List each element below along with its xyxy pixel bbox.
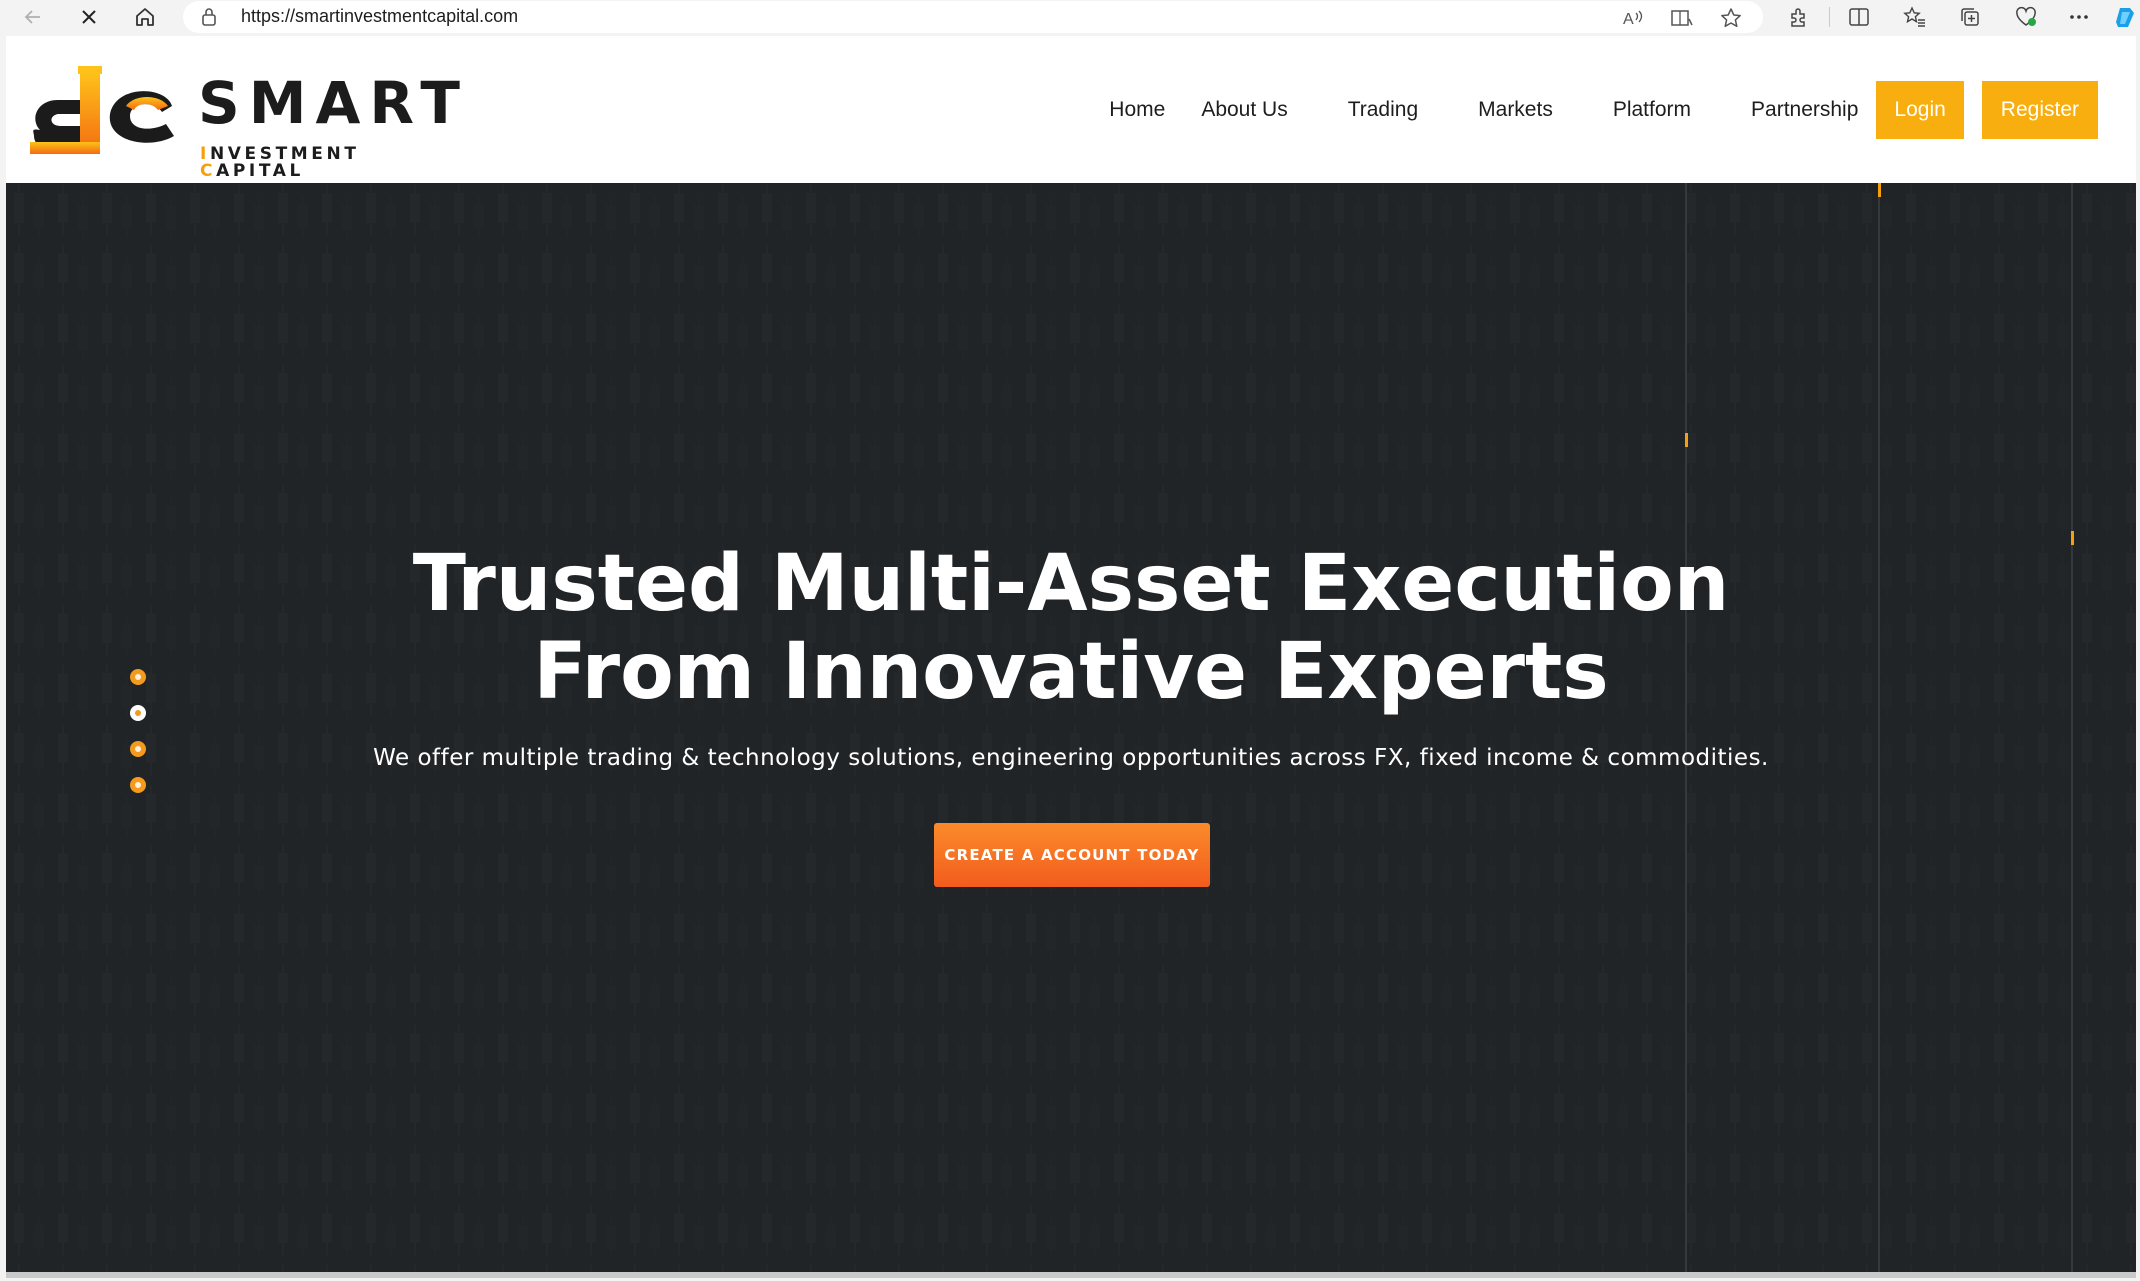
- slider-dot[interactable]: [130, 777, 146, 793]
- home-icon: [136, 8, 154, 26]
- split-screen-icon: [1849, 8, 1869, 26]
- copilot-button[interactable]: [2112, 3, 2138, 31]
- more-options-icon: [2070, 15, 2088, 19]
- nav-platform[interactable]: Platform: [1583, 81, 1721, 139]
- nav-trading[interactable]: Trading: [1318, 81, 1448, 139]
- logo-subtitle-part: APITAL: [216, 161, 304, 181]
- login-button[interactable]: Login: [1876, 81, 1964, 139]
- site-logo[interactable]: SMART INVESTMENT CAPITAL: [30, 66, 460, 180]
- more-options-button[interactable]: [2064, 3, 2094, 31]
- browser-toolbar: https://smartinvestmentcapital.com A: [0, 0, 2140, 34]
- read-aloud-icon[interactable]: A: [1620, 5, 1646, 31]
- extensions-button[interactable]: [1784, 3, 1814, 31]
- nav-partnership[interactable]: Partnership: [1721, 81, 1876, 139]
- nav-markets[interactable]: Markets: [1448, 81, 1583, 139]
- hero-title: Trusted Multi-Asset Execution From Innov…: [6, 540, 2136, 716]
- hero-vertical-line: [1685, 183, 1687, 1278]
- home-button[interactable]: [130, 3, 160, 31]
- hero-vertical-line: [1878, 183, 1880, 1278]
- register-button[interactable]: Register: [1981, 81, 2098, 139]
- immersive-reader-icon[interactable]: [1669, 5, 1695, 31]
- create-account-button[interactable]: CREATE A ACCOUNT TODAY: [934, 823, 1210, 887]
- split-screen-button[interactable]: [1844, 3, 1874, 31]
- hero-title-line-2: From Innovative Experts: [533, 627, 1609, 717]
- hero-background-pattern: [6, 183, 2136, 1278]
- stop-icon: [82, 10, 96, 24]
- svg-text:A: A: [1623, 11, 1634, 28]
- browser-essentials-button[interactable]: [2011, 3, 2041, 31]
- extensions-icon: [1791, 8, 1805, 27]
- stop-loading-button[interactable]: [74, 3, 104, 31]
- browser-essentials-icon: [2016, 6, 2036, 26]
- favorites-icon: [1903, 6, 1925, 27]
- nav-about-us[interactable]: About Us: [1183, 81, 1317, 139]
- hero-vertical-line: [2071, 183, 2073, 1278]
- collections-icon: [1961, 8, 1979, 26]
- main-navigation: Home About Us Trading Markets Platform P…: [1091, 81, 2098, 139]
- back-button[interactable]: [18, 3, 48, 31]
- hero-line-marker: [1878, 183, 1881, 197]
- collections-button[interactable]: [1955, 3, 1985, 31]
- toolbar-divider: [1829, 7, 1830, 27]
- copilot-icon: [2116, 8, 2134, 27]
- hero-line-marker: [1685, 433, 1688, 447]
- hero-subtitle: We offer multiple trading & technology s…: [373, 745, 1769, 771]
- page-scroll-edge: [6, 1272, 2136, 1278]
- site-header: SMART INVESTMENT CAPITAL Home About Us T…: [6, 36, 2136, 183]
- url-text[interactable]: https://smartinvestmentcapital.com: [241, 6, 518, 27]
- logo-title: SMART: [198, 69, 469, 137]
- sic-logo-mark-icon: [30, 66, 174, 154]
- nav-home[interactable]: Home: [1091, 81, 1183, 139]
- favorite-star-icon[interactable]: [1718, 5, 1744, 31]
- web-page: SMART INVESTMENT CAPITAL Home About Us T…: [6, 36, 2136, 1278]
- back-icon: [24, 10, 40, 24]
- favorites-button[interactable]: [1900, 3, 1930, 31]
- logo-subtitle-part: C: [200, 161, 217, 181]
- lock-icon[interactable]: [201, 7, 217, 27]
- hero-section: Trusted Multi-Asset Execution From Innov…: [6, 183, 2136, 1278]
- address-bar[interactable]: https://smartinvestmentcapital.com A: [183, 1, 1763, 33]
- hero-title-line-1: Trusted Multi-Asset Execution: [412, 539, 1730, 629]
- logo-subtitle: INVESTMENT CAPITAL: [200, 146, 450, 180]
